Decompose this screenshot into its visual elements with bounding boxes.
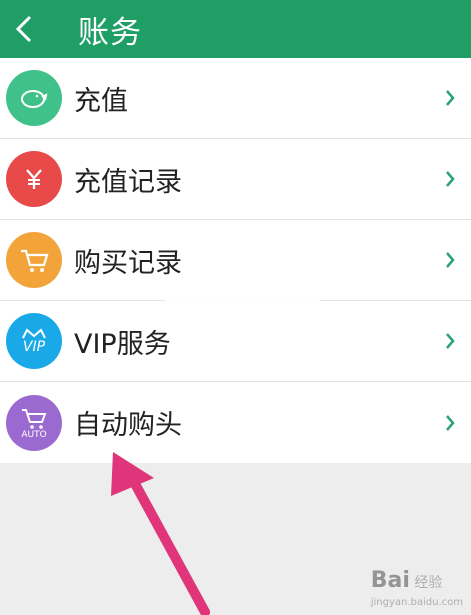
redaction-patch bbox=[245, 325, 320, 347]
app-header: 账务 bbox=[0, 0, 471, 58]
list-item-auto-purchase[interactable]: AUTO 自动购头 bbox=[0, 382, 471, 463]
list-item-vip-service[interactable]: VIP VIP服务 bbox=[0, 301, 471, 382]
chevron-left-icon bbox=[15, 15, 32, 43]
item-label: 充值记录 bbox=[74, 166, 182, 198]
item-label: VIP服务 bbox=[74, 328, 171, 360]
menu-list: 充值 充值记录 购买记录 VIP VIP服务 AUTO 自动购头 bbox=[0, 58, 471, 463]
watermark-brand: Bai bbox=[370, 568, 410, 593]
item-label: 自动购头 bbox=[74, 410, 182, 441]
cart-icon bbox=[6, 232, 62, 288]
list-item-recharge[interactable]: 充值 bbox=[0, 58, 471, 139]
page-title: 账务 bbox=[78, 14, 142, 51]
watermark: Bai 经验 jingyan.baidu.com bbox=[371, 568, 463, 609]
item-label: 购买记录 bbox=[74, 247, 182, 279]
chevron-right-icon bbox=[443, 87, 457, 109]
list-item-recharge-records[interactable]: 充值记录 bbox=[0, 139, 471, 220]
vip-crown-icon: VIP bbox=[6, 313, 62, 369]
watermark-sub: jingyan.baidu.com bbox=[370, 597, 463, 608]
chevron-right-icon bbox=[443, 249, 457, 271]
watermark-text: 经验 bbox=[414, 575, 443, 591]
yuan-icon bbox=[6, 151, 62, 207]
item-label: 充值 bbox=[74, 85, 128, 117]
redaction-patch bbox=[165, 275, 320, 301]
auto-cart-icon: AUTO bbox=[6, 394, 62, 451]
vip-icon-text: VIP bbox=[22, 338, 46, 355]
chevron-right-icon bbox=[443, 330, 457, 352]
back-button[interactable] bbox=[0, 0, 48, 58]
auto-icon-text: AUTO bbox=[21, 429, 47, 440]
chevron-right-icon bbox=[443, 168, 457, 190]
piggy-bank-icon bbox=[6, 70, 62, 126]
chevron-right-icon bbox=[443, 412, 457, 434]
